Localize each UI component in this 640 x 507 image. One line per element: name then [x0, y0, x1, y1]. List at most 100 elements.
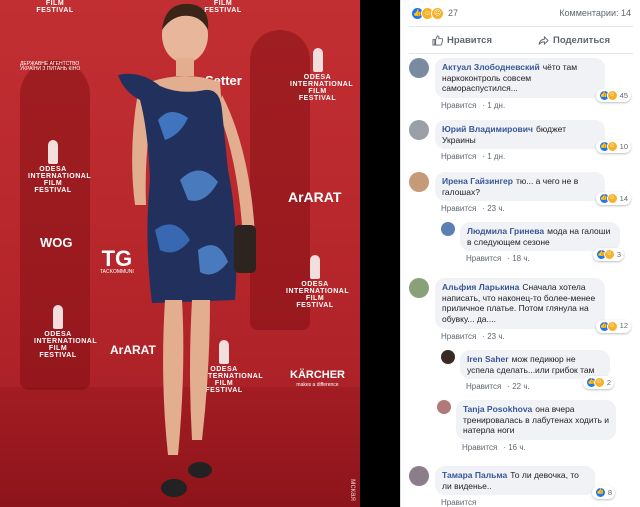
commenter-name[interactable]: Людмила Гринева: [467, 226, 544, 236]
commenter-name[interactable]: Юрий Владимирович: [442, 124, 533, 134]
comments-panel: 👍 ☺ ☹ 27 Комментарии: 14 Нравится Подели…: [400, 0, 640, 507]
avatar[interactable]: [409, 278, 429, 298]
logo-text: makes a difference: [296, 382, 339, 388]
commenter-name[interactable]: Тамара Пальма: [442, 470, 507, 480]
reaction-count: 2: [606, 378, 611, 388]
comment-meta: Нравится: [435, 498, 595, 507]
reaction-summary[interactable]: 👍 ☺ ☹ 27: [411, 6, 458, 20]
statue-icon: [310, 255, 320, 279]
comment-meta: Нравится · 1 дн.: [441, 152, 506, 162]
ooff-logo: Odesa International Film Festival: [290, 48, 353, 102]
comment-time[interactable]: 16 ч.: [508, 443, 526, 452]
haha-reaction-icon: ☺: [606, 193, 618, 205]
gov-agency-logo: ДЕРЖАВНЕ АГЕНТСТВО УКРАЇНИ З ПИТАНЬ КІНО: [20, 62, 90, 72]
comment: Тамара Пальма То ли девочка, то ли видень…: [409, 466, 615, 507]
like-label: Нравится: [447, 34, 492, 46]
comment-meta: Нравится · 23 ч.: [441, 331, 505, 341]
like-button[interactable]: Нравится: [432, 35, 492, 46]
comment-reactions-badge[interactable]: 👍 8: [591, 486, 615, 500]
share-label: Поделиться: [552, 34, 610, 46]
reaction-count: 10: [619, 142, 628, 152]
thumbs-up-icon: [432, 34, 443, 46]
haha-reaction-icon: ☺: [603, 249, 615, 261]
post-photo[interactable]: Film Festival Film Festival ДЕРЖАВНЕ АГЕ…: [0, 0, 360, 507]
avatar[interactable]: [409, 120, 429, 140]
comment-time[interactable]: 23 ч.: [487, 204, 505, 213]
comment-reactions-badge[interactable]: 👍 ☺ 2: [582, 376, 614, 390]
logo-text: Film Festival: [296, 295, 334, 309]
haha-reaction-icon: ☺: [606, 141, 618, 153]
comment: Актуал Злободневский чёто там наркоконтро…: [409, 58, 631, 110]
comment-bubble: Ирена Гайзингер тю... а чего не в галошах…: [435, 172, 631, 206]
comment-like-link[interactable]: Нравится: [462, 443, 497, 452]
comments-count-link[interactable]: Комментарии: 14: [559, 8, 631, 18]
logo-text: Film Festival: [36, 0, 74, 14]
like-reaction-icon: 👍: [594, 487, 606, 499]
comment-reply: Tanja Posokhova она вчера тренировалась в…: [437, 400, 616, 452]
comment-bubble: Юрий Владимирович бюджет Украины 👍 ☺ 10: [435, 120, 631, 154]
post-actions-bar: Нравится Поделиться: [409, 26, 633, 54]
comment-time[interactable]: 1 дн.: [487, 101, 505, 110]
share-arrow-icon: [538, 35, 549, 45]
photographer-mark: мская: [349, 479, 358, 501]
comment-reply: Iren Saher мож педикюр не успела сделать.…: [441, 350, 614, 391]
commenter-name[interactable]: Iren Saher: [467, 354, 509, 364]
reaction-count: 8: [607, 488, 612, 498]
post-stats-bar: 👍 ☺ ☹ 27 Комментарии: 14: [401, 0, 640, 26]
ooff-logo: Odesa International Film Festival: [34, 305, 97, 359]
comment-like-link[interactable]: Нравится: [441, 101, 476, 110]
comment-reactions-badge[interactable]: 👍 ☺ 3: [592, 248, 624, 262]
comment-reactions-badge[interactable]: 👍 ☺ 12: [595, 319, 631, 333]
wog-logo: WOG: [40, 236, 73, 249]
comment-like-link[interactable]: Нравится: [466, 382, 501, 391]
comment-like-link[interactable]: Нравится: [466, 254, 501, 263]
logo-text: International: [286, 288, 350, 295]
avatar[interactable]: [441, 350, 455, 364]
comment: Юрий Владимирович бюджет Украины 👍 ☺ 10 Нр…: [409, 120, 631, 162]
reaction-count: 14: [619, 194, 628, 204]
commenter-name[interactable]: Tanja Posokhova: [463, 404, 532, 414]
comment-reply: Людмила Гринева мода на галоши в следующе…: [441, 222, 624, 263]
comment-like-link[interactable]: Нравится: [441, 152, 476, 161]
ararat-logo: ArARAT: [288, 190, 341, 204]
reaction-count: 45: [619, 90, 628, 100]
avatar[interactable]: [441, 222, 455, 236]
avatar[interactable]: [437, 400, 451, 414]
share-button[interactable]: Поделиться: [538, 35, 610, 46]
logo-text: ДЕРЖАВНЕ АГЕНТСТВО УКРАЇНИ З ПИТАНЬ КІНО: [20, 61, 81, 72]
commenter-name[interactable]: Ирена Гайзингер: [442, 176, 513, 186]
comment-bubble: Людмила Гринева мода на галоши в следующе…: [460, 222, 624, 262]
comment-like-link[interactable]: Нравится: [441, 498, 476, 507]
comment-reactions-badge[interactable]: 👍 ☺ 45: [595, 88, 631, 102]
ooff-logo: Odesa International Film Festival: [286, 255, 350, 309]
avatar[interactable]: [409, 466, 429, 486]
comment-like-link[interactable]: Нравится: [441, 204, 476, 213]
comment-bubble: Tanja Posokhova она вчера тренировалась в…: [456, 400, 616, 440]
haha-reaction-icon: ☺: [606, 89, 618, 101]
comment: Ирена Гайзингер тю... а чего не в галошах…: [409, 172, 631, 214]
ooff-logo: Film Festival: [30, 0, 80, 14]
comment-bubble: Тамара Пальма То ли девочка, то ли видень…: [435, 466, 615, 500]
comment-time[interactable]: 1 дн.: [487, 152, 505, 161]
karcher-logo: KÄRCHER makes a difference: [290, 370, 345, 388]
comment-reactions-badge[interactable]: 👍 ☺ 14: [595, 192, 631, 206]
comment-reactions-badge[interactable]: 👍 ☺ 10: [595, 140, 631, 154]
comment-bubble: Актуал Злободневский чёто там наркоконтро…: [435, 58, 631, 102]
sad-reaction-icon: ☹: [431, 6, 444, 20]
logo-text: Odesa: [39, 166, 67, 173]
commenter-name[interactable]: Альфия Ларькина: [442, 282, 519, 292]
comment-like-link[interactable]: Нравится: [441, 332, 476, 341]
comment-time[interactable]: 18 ч.: [512, 254, 530, 263]
comment-meta: Нравится · 23 ч.: [441, 204, 505, 214]
commenter-name[interactable]: Актуал Злободневский: [442, 62, 540, 72]
logo-text: Odesa: [301, 281, 329, 288]
comment-time[interactable]: 23 ч.: [487, 332, 505, 341]
comment-time[interactable]: 22 ч.: [512, 382, 530, 391]
comment: Альфия Ларькина Сначала хотела написать, …: [409, 278, 631, 341]
reaction-count: 12: [619, 321, 628, 331]
avatar[interactable]: [409, 172, 429, 192]
haha-reaction-icon: ☺: [606, 320, 618, 332]
comment-bubble: Альфия Ларькина Сначала хотела написать, …: [435, 278, 631, 333]
logo-text: International: [28, 173, 92, 180]
avatar[interactable]: [409, 58, 429, 78]
